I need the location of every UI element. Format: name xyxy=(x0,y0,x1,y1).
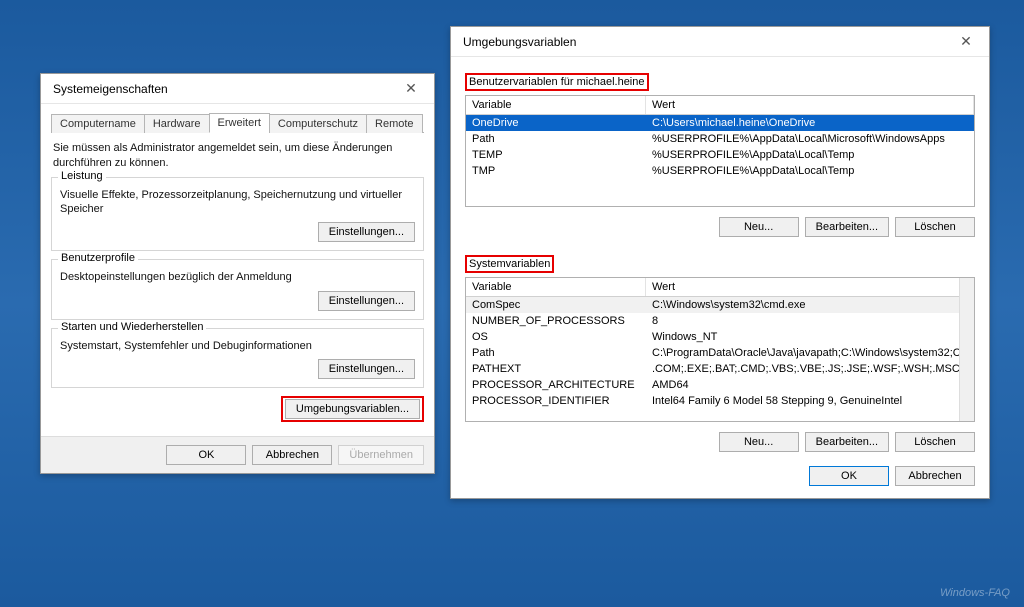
col-value[interactable]: Wert xyxy=(646,278,974,296)
env-cancel-button[interactable]: Abbrechen xyxy=(895,466,975,486)
legend-profile: Benutzerprofile xyxy=(58,252,138,264)
system-vars-label: Systemvariablen xyxy=(465,255,554,273)
env-vars-button[interactable]: Umgebungsvariablen... xyxy=(285,399,420,419)
var-name: Path xyxy=(466,345,646,361)
list-item[interactable]: OneDriveC:\Users\michael.heine\OneDrive xyxy=(466,115,974,131)
col-variable[interactable]: Variable xyxy=(466,278,646,296)
legend-start: Starten und Wiederherstellen xyxy=(58,321,206,333)
var-value: Intel64 Family 6 Model 58 Stepping 9, Ge… xyxy=(646,393,974,409)
var-value: AMD64 xyxy=(646,377,974,393)
list-item[interactable]: PATHEXT.COM;.EXE;.BAT;.CMD;.VBS;.VBE;.JS… xyxy=(466,361,974,377)
list-item[interactable]: PROCESSOR_ARCHITECTUREAMD64 xyxy=(466,377,974,393)
tab-remote[interactable]: Remote xyxy=(366,114,423,133)
var-name: TMP xyxy=(466,163,646,179)
ok-button[interactable]: OK xyxy=(166,445,246,465)
desc-profile: Desktopeinstellungen bezüglich der Anmel… xyxy=(60,270,415,284)
var-name: PROCESSOR_ARCHITECTURE xyxy=(466,377,646,393)
list-item[interactable]: NUMBER_OF_PROCESSORS8 xyxy=(466,313,974,329)
user-delete-button[interactable]: Löschen xyxy=(895,217,975,237)
var-name: ComSpec xyxy=(466,297,646,313)
env-ok-button[interactable]: OK xyxy=(809,466,889,486)
list-header: Variable Wert xyxy=(466,278,974,297)
sys-new-button[interactable]: Neu... xyxy=(719,432,799,452)
var-value: %USERPROFILE%\AppData\Local\Temp xyxy=(646,163,974,179)
var-name: TEMP xyxy=(466,147,646,163)
list-item[interactable]: ComSpecC:\Windows\system32\cmd.exe xyxy=(466,297,974,313)
group-benutzerprofile: Benutzerprofile Desktopeinstellungen bez… xyxy=(51,259,424,319)
settings-profile-button[interactable]: Einstellungen... xyxy=(318,291,415,311)
sys-delete-button[interactable]: Löschen xyxy=(895,432,975,452)
highlight-sysvars: Systemvariablen xyxy=(465,255,975,273)
sysprops-footer: OK Abbrechen Übernehmen xyxy=(41,436,434,473)
settings-leistung-button[interactable]: Einstellungen... xyxy=(318,222,415,242)
col-value[interactable]: Wert xyxy=(646,96,974,114)
desc-start: Systemstart, Systemfehler und Debuginfor… xyxy=(60,339,415,353)
highlight-envvars: Umgebungsvariablen... xyxy=(281,396,424,422)
var-name: PROCESSOR_IDENTIFIER xyxy=(466,393,646,409)
list-item[interactable]: OSWindows_NT xyxy=(466,329,974,345)
var-name: Path xyxy=(466,131,646,147)
window-title: Systemeigenschaften xyxy=(53,82,168,96)
highlight-uservars: Benutzervariablen für michael.heine xyxy=(465,73,975,91)
close-icon[interactable]: ✕ xyxy=(951,33,981,50)
var-value: C:\Users\michael.heine\OneDrive xyxy=(646,115,974,131)
var-value: %USERPROFILE%\AppData\Local\Microsoft\Wi… xyxy=(646,131,974,147)
tab-erweitert[interactable]: Erweitert xyxy=(209,113,270,133)
var-value: Windows_NT xyxy=(646,329,974,345)
var-value: C:\ProgramData\Oracle\Java\javapath;C:\W… xyxy=(646,345,974,361)
sysprops-body: Computername Hardware Erweitert Computer… xyxy=(41,104,434,436)
admin-note: Sie müssen als Administrator angemeldet … xyxy=(53,141,422,171)
tab-computerschutz[interactable]: Computerschutz xyxy=(269,114,367,133)
user-vars-label: Benutzervariablen für michael.heine xyxy=(465,73,649,91)
list-item[interactable]: TMP%USERPROFILE%\AppData\Local\Temp xyxy=(466,163,974,179)
env-vars-window: Umgebungsvariablen ✕ Benutzervariablen f… xyxy=(450,26,990,499)
list-item[interactable]: TEMP%USERPROFILE%\AppData\Local\Temp xyxy=(466,147,974,163)
env-titlebar: Umgebungsvariablen ✕ xyxy=(451,27,989,57)
var-name: OneDrive xyxy=(466,115,646,131)
system-properties-window: Systemeigenschaften ✕ Computername Hardw… xyxy=(40,73,435,474)
user-new-button[interactable]: Neu... xyxy=(719,217,799,237)
legend-leistung: Leistung xyxy=(58,170,106,182)
close-icon[interactable]: ✕ xyxy=(396,80,426,97)
watermark: Windows-FAQ xyxy=(940,587,1010,599)
user-edit-button[interactable]: Bearbeiten... xyxy=(805,217,889,237)
col-variable[interactable]: Variable xyxy=(466,96,646,114)
titlebar: Systemeigenschaften ✕ xyxy=(41,74,434,104)
group-leistung: Leistung Visuelle Effekte, Prozessorzeit… xyxy=(51,177,424,252)
settings-start-button[interactable]: Einstellungen... xyxy=(318,359,415,379)
var-value: C:\Windows\system32\cmd.exe xyxy=(646,297,974,313)
var-name: PATHEXT xyxy=(466,361,646,377)
var-value: %USERPROFILE%\AppData\Local\Temp xyxy=(646,147,974,163)
group-start: Starten und Wiederherstellen Systemstart… xyxy=(51,328,424,388)
system-vars-list[interactable]: Variable Wert ComSpecC:\Windows\system32… xyxy=(465,277,975,422)
tabs: Computername Hardware Erweitert Computer… xyxy=(51,112,424,133)
var-name: OS xyxy=(466,329,646,345)
scrollbar[interactable] xyxy=(959,278,974,421)
list-item[interactable]: PROCESSOR_IDENTIFIERIntel64 Family 6 Mod… xyxy=(466,393,974,409)
tab-hardware[interactable]: Hardware xyxy=(144,114,210,133)
desc-leistung: Visuelle Effekte, Prozessorzeitplanung, … xyxy=(60,188,415,217)
list-header: Variable Wert xyxy=(466,96,974,115)
env-body: Benutzervariablen für michael.heine Vari… xyxy=(451,57,989,498)
sys-edit-button[interactable]: Bearbeiten... xyxy=(805,432,889,452)
user-vars-list[interactable]: Variable Wert OneDriveC:\Users\michael.h… xyxy=(465,95,975,207)
list-item[interactable]: Path%USERPROFILE%\AppData\Local\Microsof… xyxy=(466,131,974,147)
cancel-button[interactable]: Abbrechen xyxy=(252,445,332,465)
env-window-title: Umgebungsvariablen xyxy=(463,35,576,49)
apply-button[interactable]: Übernehmen xyxy=(338,445,424,465)
var-value: 8 xyxy=(646,313,974,329)
tab-computername[interactable]: Computername xyxy=(51,114,145,133)
var-name: NUMBER_OF_PROCESSORS xyxy=(466,313,646,329)
list-item[interactable]: PathC:\ProgramData\Oracle\Java\javapath;… xyxy=(466,345,974,361)
var-value: .COM;.EXE;.BAT;.CMD;.VBS;.VBE;.JS;.JSE;.… xyxy=(646,361,974,377)
